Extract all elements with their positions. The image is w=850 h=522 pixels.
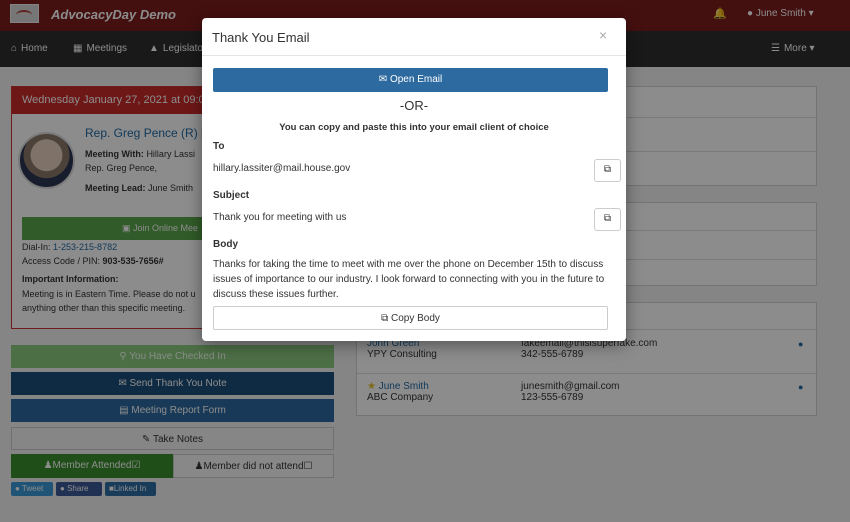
to-label: To bbox=[213, 141, 225, 152]
to-value[interactable]: hillary.lassiter@mail.house.gov bbox=[213, 163, 350, 174]
open-email-label: Open Email bbox=[389, 74, 443, 85]
copy-hint: You can copy and paste this into your em… bbox=[279, 122, 549, 133]
copy-icon: ⧉ bbox=[603, 164, 612, 175]
subject-label: Subject bbox=[213, 190, 250, 201]
close-icon[interactable]: × bbox=[599, 27, 607, 43]
body-value[interactable]: Thanks for taking the time to meet with … bbox=[213, 257, 608, 302]
subject-value[interactable]: Thank you for meeting with us bbox=[213, 212, 346, 223]
modal-title: Thank You Email bbox=[212, 30, 310, 45]
open-email-button[interactable]: ✉ Open Email bbox=[213, 68, 608, 92]
or-separator: -OR- bbox=[399, 98, 429, 113]
thank-you-email-modal: Thank You Email × ✉ Open Email -OR- You … bbox=[202, 18, 626, 341]
copy-body-button[interactable]: ⧉ Copy Body bbox=[213, 306, 608, 330]
copy-icon: ⧉ bbox=[603, 213, 612, 224]
copy-subject-button[interactable]: ⧉ bbox=[594, 208, 621, 231]
body-label: Body bbox=[213, 239, 238, 250]
modal-divider bbox=[202, 55, 626, 56]
envelope-icon: ✉ bbox=[378, 74, 388, 85]
copy-body-label: Copy Body bbox=[391, 313, 440, 324]
copy-to-button[interactable]: ⧉ bbox=[594, 159, 621, 182]
copy-icon: ⧉ bbox=[381, 313, 389, 324]
